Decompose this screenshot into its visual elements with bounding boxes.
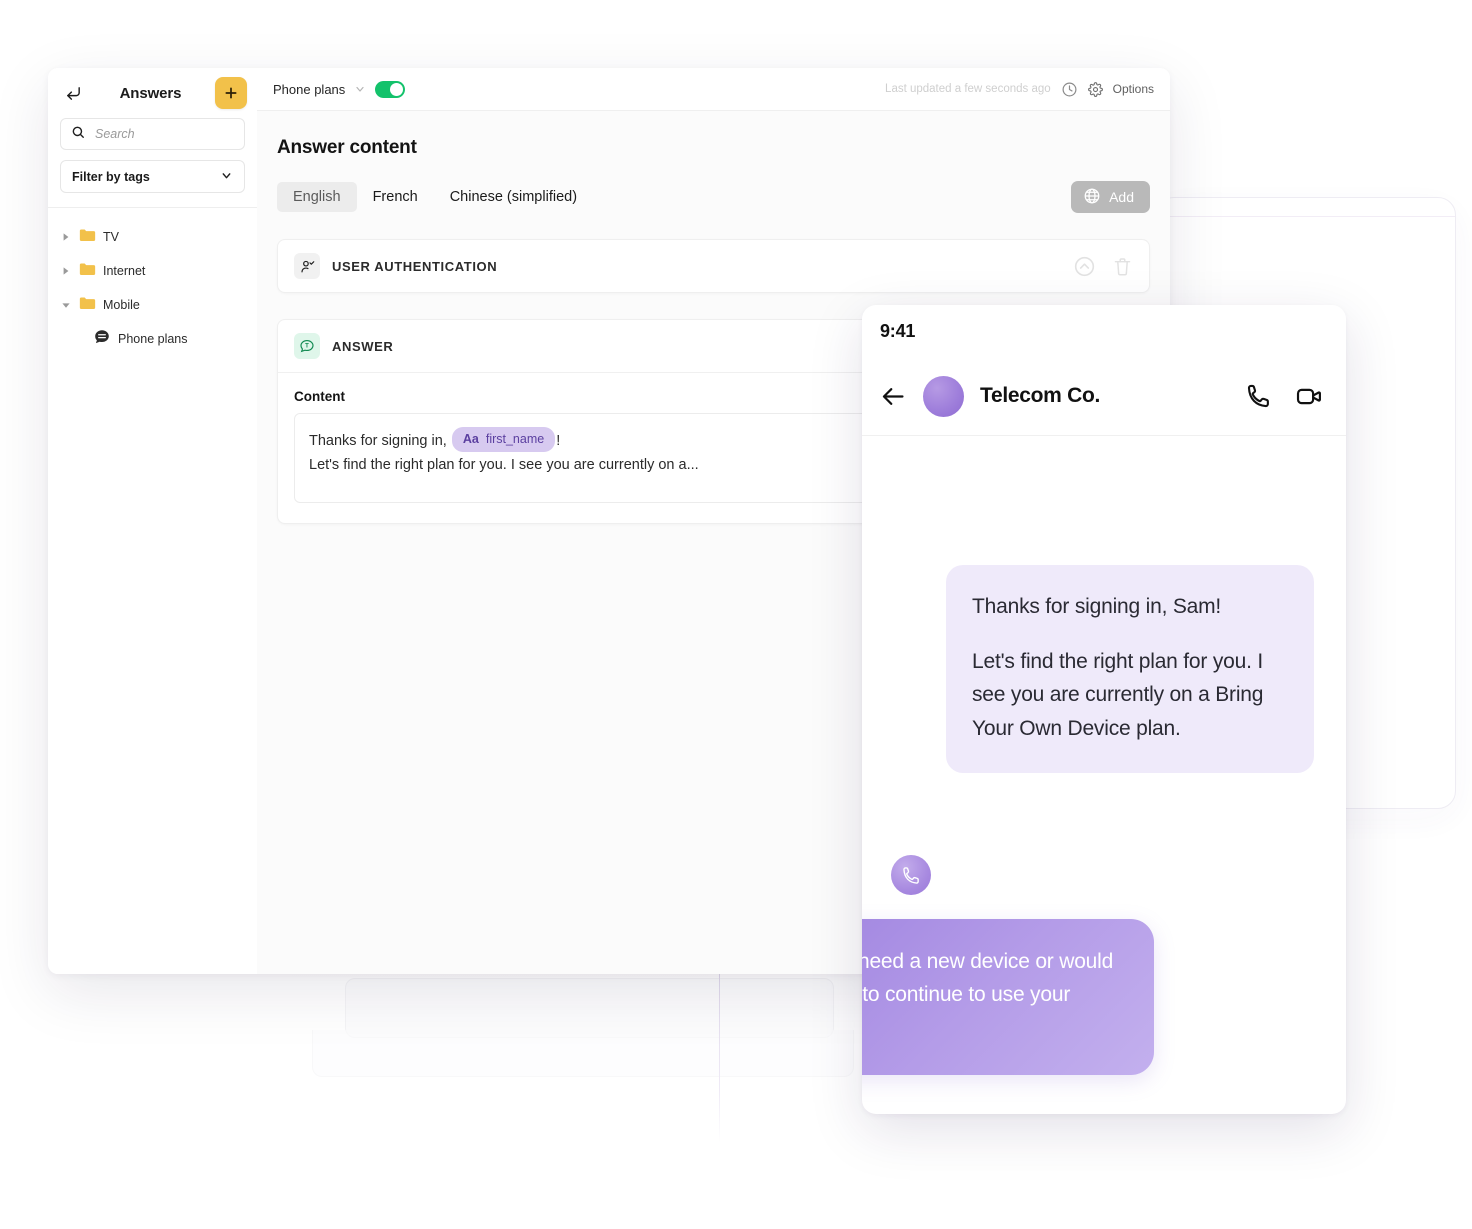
arrow-left-icon[interactable]: [880, 383, 907, 410]
tab-chinese-simplified[interactable]: Chinese (simplified): [434, 182, 593, 212]
folder-icon: [79, 228, 96, 247]
card-actions: [1073, 255, 1133, 278]
filter-by-tags-label: Filter by tags: [72, 169, 150, 184]
topbar-answer-title: Phone plans: [273, 81, 346, 97]
search-icon: [71, 125, 85, 144]
language-tab-row: English French Chinese (simplified) Add: [257, 159, 1170, 213]
answer-enabled-toggle[interactable]: [375, 80, 406, 98]
background-ghost-panel-bottom: [345, 978, 834, 1038]
clock-icon[interactable]: [1061, 81, 1078, 98]
search-wrapper: [48, 118, 260, 150]
message-bubble-outgoing: Do you need a new device or would you li…: [862, 919, 1154, 1075]
triangle-right-icon[interactable]: [60, 233, 72, 241]
sidebar-item-label: Mobile: [103, 298, 140, 312]
content-topbar: Phone plans Last updated a few seconds a…: [257, 68, 1170, 111]
tab-english[interactable]: English: [277, 182, 357, 212]
sidebar-item-tv[interactable]: TV: [48, 220, 257, 254]
triangle-down-icon[interactable]: [60, 301, 72, 309]
message-bubble-incoming: Thanks for signing in, Sam! Let's find t…: [946, 565, 1314, 773]
variable-chip-first-name[interactable]: Aa first_name: [451, 427, 556, 452]
gear-icon[interactable]: [1087, 81, 1103, 97]
topbar-right-group: Last updated a few seconds ago Options: [885, 81, 1154, 98]
sidebar-item-internet[interactable]: Internet: [48, 254, 257, 288]
add-language-button[interactable]: Add: [1071, 181, 1150, 213]
search-box[interactable]: [60, 118, 260, 150]
chip-prefix: Aa: [462, 432, 479, 446]
sidebar-item-label: Internet: [103, 264, 146, 278]
last-updated-label: Last updated a few seconds ago: [885, 83, 1051, 95]
screenshot-stage: Answers Filter by tags: [0, 0, 1472, 1229]
sidebar-item-label: TV: [103, 230, 119, 244]
add-language-label: Add: [1109, 189, 1134, 205]
message-paragraph: Do you need a new device or would you li…: [862, 950, 1114, 1007]
phone-call-icon[interactable]: [1245, 382, 1273, 410]
phone-preview-window: 9:41 Telecom Co. Thanks for signing in, …: [862, 305, 1346, 1114]
phone-header-actions: [1245, 382, 1324, 411]
phone-handset-icon: [891, 855, 931, 895]
add-answer-button[interactable]: [215, 77, 247, 109]
phone-status-bar: 9:41: [862, 305, 1346, 357]
message-paragraph: Thanks for signing in, Sam!: [972, 595, 1222, 618]
content-text-after: !: [556, 433, 561, 449]
speech-bubble-icon: [94, 329, 110, 350]
chevron-down-icon[interactable]: [354, 83, 366, 95]
sidebar-item-mobile[interactable]: Mobile: [48, 288, 257, 322]
sidebar-header: Answers: [48, 68, 257, 118]
user-check-icon: [294, 253, 320, 279]
card-header[interactable]: USER AUTHENTICATION: [278, 240, 1149, 292]
svg-text:T: T: [305, 344, 309, 350]
answers-tree: TV Internet Mobile Phone plans: [48, 208, 257, 356]
filter-wrapper: Filter by tags: [48, 150, 257, 193]
globe-icon: [1083, 187, 1101, 208]
toggle-knob: [390, 82, 404, 96]
chevron-down-icon: [220, 169, 233, 185]
phone-clock-time: 9:41: [880, 320, 916, 341]
options-label[interactable]: Options: [1113, 82, 1154, 96]
contact-name: Telecom Co.: [980, 384, 1101, 407]
content-text-before: Thanks for signing in,: [309, 433, 447, 449]
phone-conversation-header: Telecom Co.: [862, 357, 1346, 436]
tab-french[interactable]: French: [357, 182, 434, 212]
sidebar-title: Answers: [119, 84, 182, 102]
topbar-left-group: Phone plans: [273, 80, 406, 98]
background-ghost-panel-bottom-secondary: [312, 1030, 854, 1077]
chip-variable-name: first_name: [485, 432, 545, 446]
video-camera-icon[interactable]: [1295, 382, 1324, 411]
search-input[interactable]: [93, 126, 260, 142]
text-bubble-icon: T: [294, 333, 320, 359]
avatar: [923, 375, 964, 417]
sidebar: Answers Filter by tags: [48, 68, 260, 974]
sidebar-item-label: Phone plans: [118, 332, 188, 346]
sidebar-item-phone-plans[interactable]: Phone plans: [48, 322, 257, 356]
triangle-right-icon[interactable]: [60, 267, 72, 275]
collapse-chevron-up-icon[interactable]: [1073, 255, 1096, 278]
card-title: USER AUTHENTICATION: [332, 258, 498, 274]
message-paragraph: Let's find the right plan for you. I see…: [972, 650, 1264, 740]
filter-by-tags-dropdown[interactable]: Filter by tags: [60, 160, 245, 193]
folder-icon: [79, 296, 96, 315]
trash-icon[interactable]: [1112, 256, 1133, 277]
flow-connector-line: [719, 965, 720, 1143]
back-arrow-icon[interactable]: [60, 80, 86, 106]
card-title: ANSWER: [332, 338, 394, 354]
card-user-authentication: USER AUTHENTICATION: [277, 239, 1150, 293]
page-title: Answer content: [277, 137, 417, 158]
message-thread: Thanks for signing in, Sam! Let's find t…: [862, 436, 1346, 1114]
folder-icon: [79, 262, 96, 281]
